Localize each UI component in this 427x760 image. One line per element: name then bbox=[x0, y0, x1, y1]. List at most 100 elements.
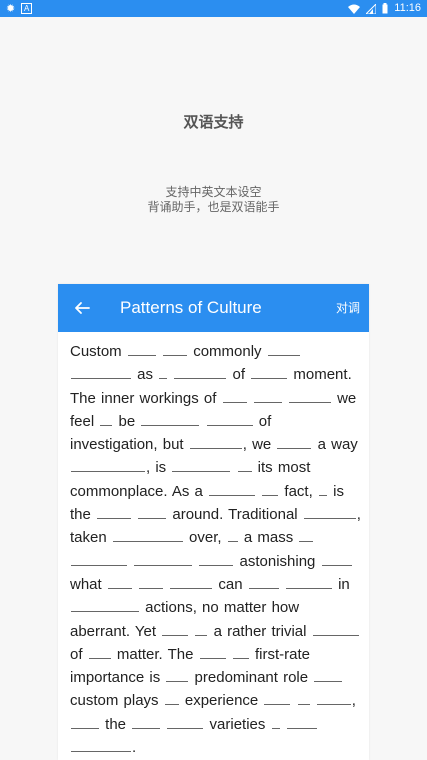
passage-segment: is bbox=[327, 482, 344, 500]
blank-slot[interactable] bbox=[112, 528, 183, 543]
passage-segment: can bbox=[213, 575, 248, 593]
blank-slot[interactable] bbox=[209, 482, 256, 496]
blank-slot[interactable] bbox=[71, 598, 139, 613]
passage-segment bbox=[308, 669, 313, 686]
blank-slot[interactable] bbox=[134, 552, 193, 566]
blank-slot[interactable] bbox=[264, 691, 291, 706]
blank-slot[interactable] bbox=[285, 575, 332, 589]
blank-slot[interactable] bbox=[71, 738, 131, 753]
passage-segment: of bbox=[253, 412, 272, 430]
status-left-icons: ✹ A bbox=[6, 2, 33, 15]
blank-slot[interactable] bbox=[316, 691, 351, 706]
passage-segment: the bbox=[70, 506, 97, 524]
blank-slot[interactable] bbox=[172, 458, 231, 473]
blank-slot[interactable] bbox=[314, 668, 343, 683]
passage-segment: experience bbox=[179, 692, 264, 710]
blank-slot[interactable] bbox=[199, 552, 234, 566]
passage-segment bbox=[133, 576, 138, 593]
blank-slot[interactable] bbox=[237, 458, 252, 473]
blank-slot[interactable] bbox=[227, 528, 238, 543]
passage-segment bbox=[231, 459, 236, 476]
passage-segment bbox=[193, 553, 198, 570]
blank-slot[interactable] bbox=[267, 342, 300, 356]
blank-slot[interactable] bbox=[162, 622, 189, 636]
blank-slot[interactable] bbox=[167, 715, 204, 729]
blank-slot[interactable] bbox=[166, 668, 189, 683]
passage-segment: , is bbox=[146, 459, 172, 477]
blank-slot[interactable] bbox=[262, 482, 279, 496]
status-time: 11:16 bbox=[394, 2, 421, 14]
passage-segment: over, bbox=[183, 529, 227, 547]
blank-slot[interactable] bbox=[132, 715, 161, 729]
app-title: Patterns of Culture bbox=[120, 298, 262, 317]
passage-segment bbox=[164, 576, 169, 593]
blank-slot[interactable] bbox=[100, 412, 113, 426]
passage-segment bbox=[293, 529, 298, 546]
blank-slot[interactable] bbox=[159, 365, 168, 380]
passage-segment bbox=[283, 390, 288, 407]
blank-slot[interactable] bbox=[199, 645, 226, 659]
passage-segment: commonly bbox=[188, 343, 267, 360]
blank-slot[interactable] bbox=[312, 622, 359, 636]
blank-slot[interactable] bbox=[189, 435, 242, 450]
blank-slot[interactable] bbox=[321, 552, 352, 566]
blank-slot[interactable] bbox=[170, 575, 213, 589]
blank-slot[interactable] bbox=[277, 435, 312, 450]
passage-segment bbox=[132, 506, 137, 523]
passage-segment: the bbox=[100, 715, 132, 733]
blank-slot[interactable] bbox=[71, 552, 127, 566]
passage-segment: its most bbox=[252, 459, 311, 477]
blank-slot[interactable] bbox=[286, 715, 317, 729]
status-right-icons: 11:16 bbox=[348, 2, 421, 15]
passage-segment bbox=[189, 623, 194, 640]
blank-slot[interactable] bbox=[271, 715, 280, 729]
passage-segment: Custom bbox=[70, 343, 127, 360]
blank-slot[interactable] bbox=[318, 482, 327, 496]
blank-slot[interactable] bbox=[127, 342, 156, 356]
blank-slot[interactable] bbox=[195, 622, 208, 636]
passage-segment: a bbox=[312, 436, 326, 454]
blank-slot[interactable] bbox=[71, 715, 99, 729]
swap-button[interactable]: 对调 bbox=[336, 300, 360, 316]
promo-subtitle: 支持中英文本设空 背诵助手，也是双语能手 bbox=[0, 185, 427, 215]
passage-segment: matter. The bbox=[111, 645, 199, 663]
blank-slot[interactable] bbox=[164, 691, 179, 706]
passage-segment bbox=[298, 506, 303, 523]
blank-slot[interactable] bbox=[299, 528, 314, 543]
passage-segment: a rather trivial bbox=[208, 622, 307, 640]
passage-segment: moment. bbox=[288, 366, 352, 384]
passage-segment bbox=[157, 343, 162, 360]
back-arrow-icon[interactable] bbox=[72, 298, 92, 318]
blank-slot[interactable] bbox=[71, 365, 131, 380]
passage-segment: . bbox=[132, 739, 137, 757]
blank-slot[interactable] bbox=[163, 342, 188, 356]
blank-slot[interactable] bbox=[288, 389, 331, 403]
blank-slot[interactable] bbox=[248, 575, 279, 589]
passage-text: Custom commonly as of moment. The inner … bbox=[70, 340, 362, 759]
blank-slot[interactable] bbox=[138, 505, 167, 520]
passage-segment: astonishing bbox=[234, 552, 316, 570]
blank-slot[interactable] bbox=[232, 645, 249, 659]
blank-slot[interactable] bbox=[97, 505, 132, 520]
app-bar: Patterns of Culture 对调 bbox=[58, 284, 369, 332]
passage-segment bbox=[315, 553, 320, 570]
passage-segment: way bbox=[325, 436, 358, 454]
blank-slot[interactable] bbox=[253, 389, 282, 403]
blank-slot[interactable] bbox=[107, 575, 132, 589]
blank-slot[interactable] bbox=[297, 691, 310, 706]
blank-slot[interactable] bbox=[251, 365, 288, 380]
blank-slot[interactable] bbox=[174, 365, 227, 380]
passage-segment: The inner workings of bbox=[70, 389, 222, 407]
passage-segment: of bbox=[227, 366, 251, 384]
passage-segment bbox=[306, 623, 311, 640]
passage-segment: custom plays bbox=[70, 692, 164, 710]
blank-slot[interactable] bbox=[222, 389, 247, 403]
blank-slot[interactable] bbox=[141, 412, 200, 426]
blank-slot[interactable] bbox=[139, 575, 164, 589]
passage-segment bbox=[281, 716, 286, 733]
blank-slot[interactable] bbox=[303, 505, 356, 520]
blank-slot[interactable] bbox=[71, 458, 145, 473]
passage-segment: as bbox=[132, 366, 159, 384]
blank-slot[interactable] bbox=[206, 412, 253, 426]
blank-slot[interactable] bbox=[88, 645, 111, 659]
